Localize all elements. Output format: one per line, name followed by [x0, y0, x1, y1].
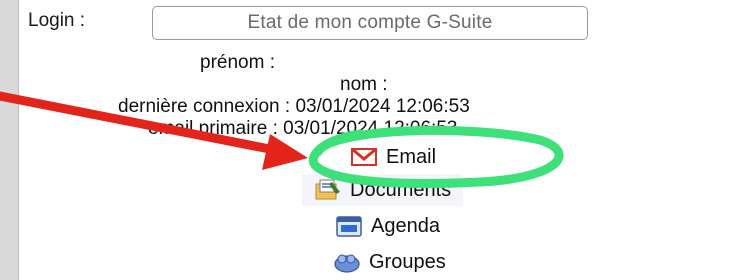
menu-item-label: Agenda — [371, 214, 440, 237]
menu-item-documents[interactable]: Documents — [302, 174, 464, 206]
documents-icon — [314, 178, 342, 202]
menu-item-groupes[interactable]: Groupes — [333, 246, 446, 278]
menu-item-agenda[interactable]: Agenda — [335, 210, 440, 242]
gmail-icon — [350, 145, 378, 169]
menu-item-email[interactable]: Email — [350, 141, 436, 173]
primary-email-text: email primaire : 03/01/2024 12:06:53 — [148, 118, 458, 139]
groups-icon — [333, 250, 361, 274]
calendar-icon — [335, 214, 363, 238]
first-name-label: prénom : — [200, 52, 275, 73]
last-login-text: dernière connexion : 03/01/2024 12:06:53 — [118, 96, 470, 117]
menu-item-label: Email — [386, 145, 437, 168]
last-name-label: nom : — [340, 74, 388, 95]
menu-item-label: Groupes — [369, 250, 446, 273]
account-status-button[interactable]: Etat de mon compte G-Suite — [152, 6, 588, 40]
login-label: Login : — [28, 10, 86, 31]
left-panel-edge — [0, 0, 19, 280]
menu-item-label: Documents — [350, 178, 452, 201]
